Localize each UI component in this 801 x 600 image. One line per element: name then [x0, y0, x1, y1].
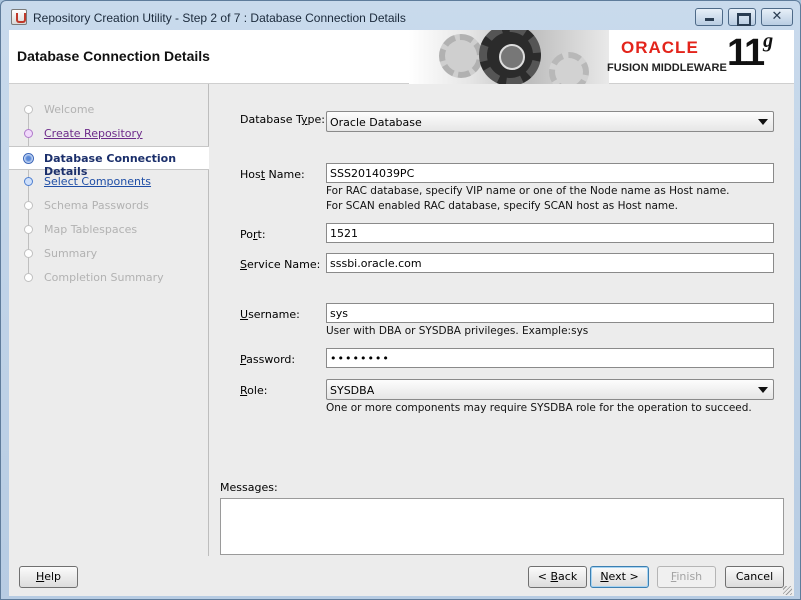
next-button[interactable]: Next >	[590, 566, 649, 588]
label-text: ervice Name:	[246, 258, 321, 271]
finish-button: Finish	[657, 566, 716, 588]
step-create-repository[interactable]: Create Repository	[9, 122, 209, 146]
step-label: Summary	[44, 247, 98, 260]
step-welcome: Welcome	[9, 98, 209, 122]
label-text: pe:	[307, 113, 325, 126]
gears-graphic	[409, 30, 609, 84]
step-completion-summary: Completion Summary	[9, 266, 209, 290]
database-type-select[interactable]: Oracle Database	[326, 111, 774, 132]
role-value: SYSDBA	[330, 384, 375, 397]
page-title: Database Connection Details	[17, 48, 210, 64]
label-mnemonic: S	[240, 258, 247, 271]
port-input[interactable]: 1521	[326, 223, 774, 243]
label-text: sername:	[248, 308, 300, 321]
oracle-logo: ORACLE	[621, 38, 699, 57]
button-text: elp	[44, 570, 62, 583]
gear-icon	[439, 34, 483, 78]
label-mnemonic: U	[240, 308, 249, 321]
label-text: ole:	[247, 384, 268, 397]
username-hint: User with DBA or SYSDBA privileges. Exam…	[326, 325, 589, 337]
host-name-input[interactable]: SSS2014039PC	[326, 163, 774, 183]
label-text: Po	[240, 228, 253, 241]
app-window: Repository Creation Utility - Step 2 of …	[0, 0, 801, 600]
version-number: 11	[727, 32, 765, 74]
window-title: Repository Creation Utility - Step 2 of …	[33, 11, 406, 25]
step-label: Welcome	[44, 103, 95, 116]
host-name-hint-rac: For RAC database, specify VIP name or on…	[326, 185, 730, 197]
back-button[interactable]: < Back	[528, 566, 587, 588]
role-label: Role:	[240, 384, 267, 397]
connection-form: Database Type: Oracle Database Host Name…	[210, 84, 794, 556]
step-label: Map Tablespaces	[44, 223, 138, 236]
role-hint: One or more components may require SYSDB…	[326, 402, 752, 414]
step-label[interactable]: Create Repository	[44, 127, 143, 140]
minimize-button[interactable]	[695, 8, 723, 26]
step-map-tablespaces: Map Tablespaces	[9, 218, 209, 242]
page-header: Database Connection Details ORACLE FUSIO…	[9, 30, 794, 84]
step-label[interactable]: Select Components	[44, 175, 151, 188]
label-text: Name:	[265, 168, 305, 181]
service-name-input[interactable]: sssbi.oracle.com	[326, 253, 774, 273]
button-text: <	[537, 570, 551, 583]
maximize-button[interactable]	[728, 8, 756, 26]
step-schema-passwords: Schema Passwords	[9, 194, 209, 218]
port-label: Port:	[240, 228, 266, 241]
host-name-label: Host Name:	[240, 168, 305, 181]
button-mnemonic: B	[550, 570, 559, 583]
close-icon: ✕	[771, 9, 783, 24]
database-type-value: Oracle Database	[330, 116, 422, 129]
step-dot-icon	[24, 225, 33, 234]
password-label: Password:	[240, 353, 295, 366]
password-input[interactable]: ••••••••	[326, 348, 774, 368]
step-summary: Summary	[9, 242, 209, 266]
button-text: ext >	[608, 570, 639, 583]
label-text: Hos	[240, 168, 261, 181]
version-logo: 11g	[727, 30, 773, 75]
messages-panel[interactable]	[220, 498, 784, 555]
content-area: Welcome Create Repository Database Conne…	[9, 84, 794, 556]
label-text: Database T	[240, 113, 301, 126]
button-text: ack	[558, 570, 578, 583]
step-select-components[interactable]: Select Components	[9, 170, 209, 194]
gear-icon	[549, 52, 589, 84]
title-bar[interactable]: Repository Creation Utility - Step 2 of …	[1, 1, 800, 30]
messages-label: Messages:	[220, 481, 278, 494]
host-name-hint-scan: For SCAN enabled RAC database, specify S…	[326, 200, 678, 212]
version-suffix: g	[763, 30, 773, 52]
gear-icon	[479, 30, 541, 84]
label-text: t:	[257, 228, 266, 241]
close-button[interactable]: ✕	[761, 8, 793, 26]
dropdown-arrow-icon	[758, 387, 768, 393]
button-bar: Help < Back Next > Finish Cancel	[9, 556, 794, 596]
step-database-connection-details: Database Connection Details	[9, 146, 209, 178]
step-dot-icon	[24, 105, 33, 114]
product-name: FUSION MIDDLEWARE	[607, 62, 727, 74]
dropdown-arrow-icon	[758, 119, 768, 125]
step-dot-icon	[24, 129, 33, 138]
step-dot-icon	[24, 201, 33, 210]
username-label: Username:	[240, 308, 300, 321]
step-label: Completion Summary	[44, 271, 164, 284]
database-type-label: Database Type:	[240, 113, 325, 126]
button-text: Cancel	[735, 570, 774, 583]
label-text: assword:	[246, 353, 296, 366]
step-dot-icon	[24, 273, 33, 282]
help-button[interactable]: Help	[19, 566, 78, 588]
resize-grip-icon[interactable]	[783, 586, 792, 595]
java-app-icon	[11, 9, 27, 25]
role-select[interactable]: SYSDBA	[326, 379, 774, 400]
step-label: Schema Passwords	[44, 199, 149, 212]
wizard-steps-panel: Welcome Create Repository Database Conne…	[9, 84, 209, 556]
username-input[interactable]: sys	[326, 303, 774, 323]
button-mnemonic: H	[35, 570, 45, 583]
step-dot-icon	[24, 177, 33, 186]
service-name-label: Service Name:	[240, 258, 320, 271]
cancel-button[interactable]: Cancel	[725, 566, 784, 588]
step-current-icon	[23, 153, 34, 164]
button-mnemonic: N	[600, 570, 609, 583]
step-dot-icon	[24, 249, 33, 258]
button-text: inish	[676, 570, 703, 583]
